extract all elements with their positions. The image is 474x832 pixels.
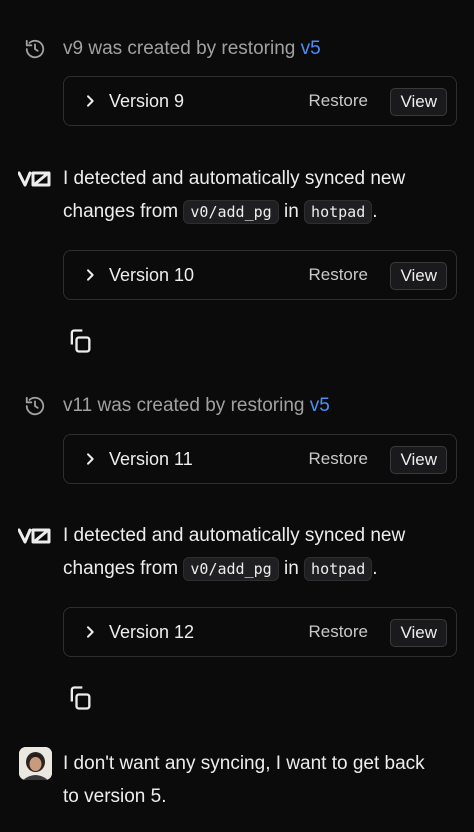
- sync-message-text: I detected and automatically synced new …: [63, 519, 454, 586]
- restore-event-v9: v9 was created by restoring v5: [0, 32, 474, 65]
- sync-message-line: changes from v0/add_pg in hotpad.: [63, 195, 454, 229]
- version-card-9[interactable]: Version 9 Restore View: [63, 76, 457, 126]
- chevron-right-icon[interactable]: [82, 624, 98, 640]
- sync-message-prefix: changes from: [63, 201, 179, 222]
- version-card-10[interactable]: Version 10 Restore View: [63, 250, 457, 300]
- user-message-text: I don't want any syncing, I want to get …: [63, 747, 454, 813]
- history-icon: [18, 32, 52, 65]
- sync-message-line: I detected and automatically synced new: [63, 168, 406, 189]
- history-icon: [18, 389, 52, 422]
- copy-icon[interactable]: [66, 684, 94, 712]
- branch-code: v0/add_pg: [183, 557, 279, 581]
- version-card-11[interactable]: Version 11 Restore View: [63, 434, 457, 484]
- view-button[interactable]: View: [390, 446, 447, 474]
- sync-message-2: I detected and automatically synced new …: [0, 519, 474, 585]
- restore-event-text: v9 was created by restoring v5: [63, 32, 454, 65]
- v0-logo: [18, 519, 52, 552]
- user-message-line: to version 5.: [63, 786, 167, 807]
- version-label: Version 10: [109, 265, 195, 285]
- chevron-right-icon[interactable]: [82, 267, 98, 283]
- avatar: [19, 747, 52, 780]
- version-label: Version 11: [109, 449, 193, 469]
- chevron-right-icon[interactable]: [82, 451, 98, 467]
- version-link[interactable]: v5: [310, 395, 330, 416]
- sync-message-line: changes from v0/add_pg in hotpad.: [63, 552, 454, 586]
- user-message-line: I don't want any syncing, I want to get …: [63, 753, 425, 774]
- v0-logo: [18, 162, 52, 195]
- sync-message-text: I detected and automatically synced new …: [63, 162, 454, 229]
- sync-message-end: .: [372, 558, 378, 579]
- sync-message-end: .: [372, 201, 378, 222]
- restore-button[interactable]: Restore: [308, 264, 368, 286]
- view-button[interactable]: View: [390, 619, 447, 647]
- version-label: Version 12: [109, 622, 195, 642]
- sync-message-in: in: [283, 201, 299, 222]
- repo-code: hotpad: [304, 557, 373, 581]
- restore-button[interactable]: Restore: [308, 90, 368, 112]
- restore-event-prefix: v11 was created by restoring: [63, 395, 305, 416]
- restore-event-text: v11 was created by restoring v5: [63, 389, 454, 422]
- view-button[interactable]: View: [390, 88, 447, 116]
- repo-code: hotpad: [304, 200, 373, 224]
- restore-button[interactable]: Restore: [308, 448, 368, 470]
- user-message: I don't want any syncing, I want to get …: [0, 747, 474, 813]
- sync-message-line: I detected and automatically synced new: [63, 525, 406, 546]
- sync-message-in: in: [283, 558, 299, 579]
- view-button[interactable]: View: [390, 262, 447, 290]
- version-card-12[interactable]: Version 12 Restore View: [63, 607, 457, 657]
- restore-button[interactable]: Restore: [308, 621, 368, 643]
- chevron-right-icon[interactable]: [82, 93, 98, 109]
- restore-event-prefix: v9 was created by restoring: [63, 38, 296, 59]
- sync-message-prefix: changes from: [63, 558, 179, 579]
- branch-code: v0/add_pg: [183, 200, 279, 224]
- restore-event-v11: v11 was created by restoring v5: [0, 389, 474, 422]
- version-label: Version 9: [109, 91, 185, 111]
- copy-icon[interactable]: [66, 327, 94, 355]
- version-link[interactable]: v5: [301, 38, 321, 59]
- sync-message-1: I detected and automatically synced new …: [0, 162, 474, 228]
